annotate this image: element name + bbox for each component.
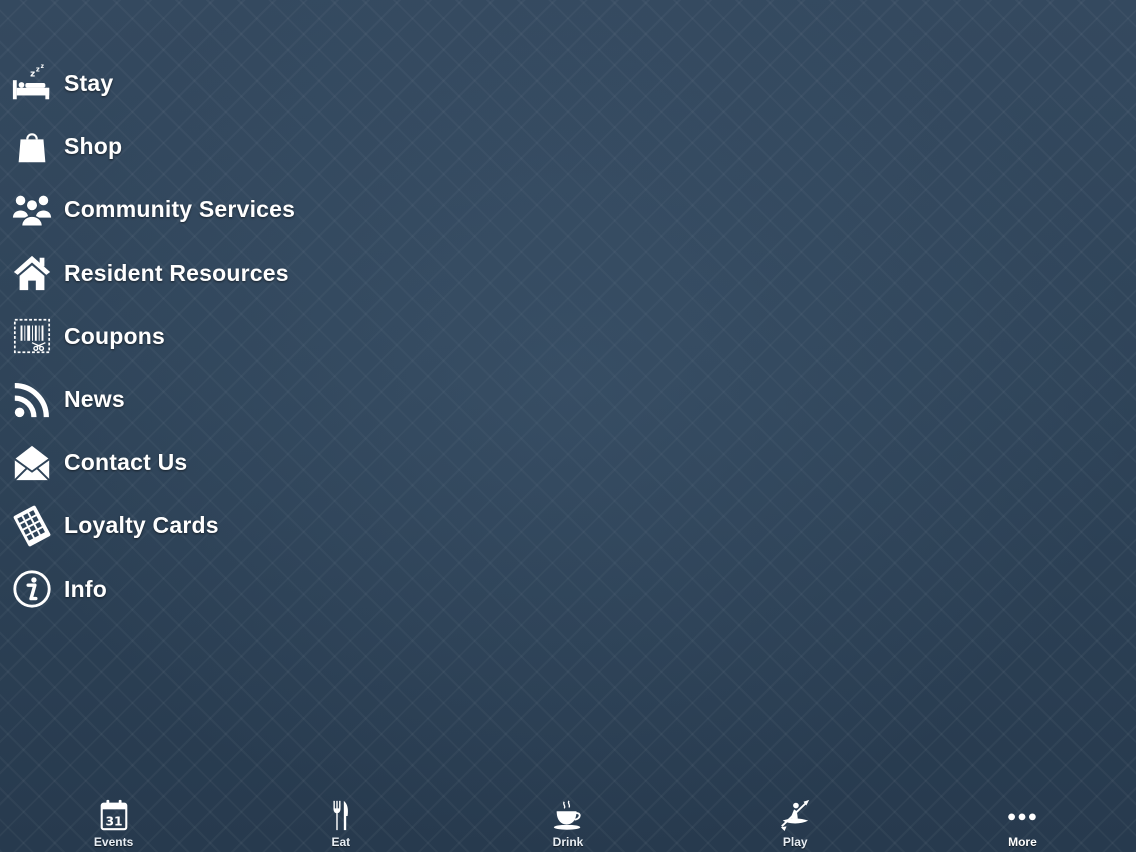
envelope-icon	[10, 441, 54, 485]
more-dots-icon	[1004, 797, 1040, 833]
tab-label: Drink	[552, 835, 584, 849]
shopping-bag-icon	[10, 125, 54, 169]
tab-label: Events	[93, 835, 134, 849]
tab-label: Eat	[331, 835, 351, 849]
menu-item-label: Resident Resources	[64, 259, 289, 286]
menu-item-community-services[interactable]: Community Services	[0, 178, 420, 241]
bed-icon: z z z	[10, 62, 54, 106]
menu-item-label: Stay	[64, 70, 114, 97]
menu-item-label: Loyalty Cards	[64, 512, 219, 539]
svg-text:z: z	[30, 69, 35, 79]
menu-item-info[interactable]: Info	[0, 558, 420, 621]
calendar-day: 31	[105, 814, 122, 828]
menu-item-label: Shop	[64, 133, 123, 160]
menu-item-loyalty-cards[interactable]: Loyalty Cards	[0, 494, 420, 557]
tab-events[interactable]: 31 Events	[0, 792, 227, 852]
menu-item-shop[interactable]: Shop	[0, 115, 420, 178]
svg-text:z: z	[36, 65, 40, 73]
info-icon	[10, 567, 54, 611]
home-icon	[10, 251, 54, 295]
menu-item-label: Community Services	[64, 196, 296, 223]
menu-item-resident-resources[interactable]: Resident Resources	[0, 242, 420, 305]
side-menu: z z z Stay Shop Community Services Resid…	[0, 52, 420, 621]
menu-item-coupons[interactable]: Coupons	[0, 305, 420, 368]
calendar-icon: 31	[96, 797, 132, 833]
menu-item-label: Info	[64, 575, 107, 602]
tab-eat[interactable]: Eat	[227, 792, 454, 852]
fork-knife-icon	[323, 797, 359, 833]
coupon-icon	[10, 314, 54, 358]
tab-drink[interactable]: Drink	[454, 792, 681, 852]
menu-item-label: Coupons	[64, 322, 166, 349]
tab-more[interactable]: More	[909, 792, 1136, 852]
loyalty-card-icon	[10, 504, 54, 548]
svg-text:z: z	[41, 63, 45, 69]
menu-item-contact-us[interactable]: Contact Us	[0, 431, 420, 494]
tab-play[interactable]: Play	[682, 792, 909, 852]
people-icon	[10, 188, 54, 232]
menu-item-label: News	[64, 386, 125, 413]
menu-item-label: Contact Us	[64, 449, 188, 476]
coffee-cup-icon	[550, 797, 586, 833]
rss-icon	[10, 378, 54, 422]
tab-label: More	[1008, 835, 1037, 849]
kayak-icon	[777, 797, 813, 833]
tab-label: Play	[782, 835, 808, 849]
menu-item-news[interactable]: News	[0, 368, 420, 431]
menu-item-stay[interactable]: z z z Stay	[0, 52, 420, 115]
bottom-tab-bar: 31 Events Eat Drink Play More	[0, 792, 1136, 852]
